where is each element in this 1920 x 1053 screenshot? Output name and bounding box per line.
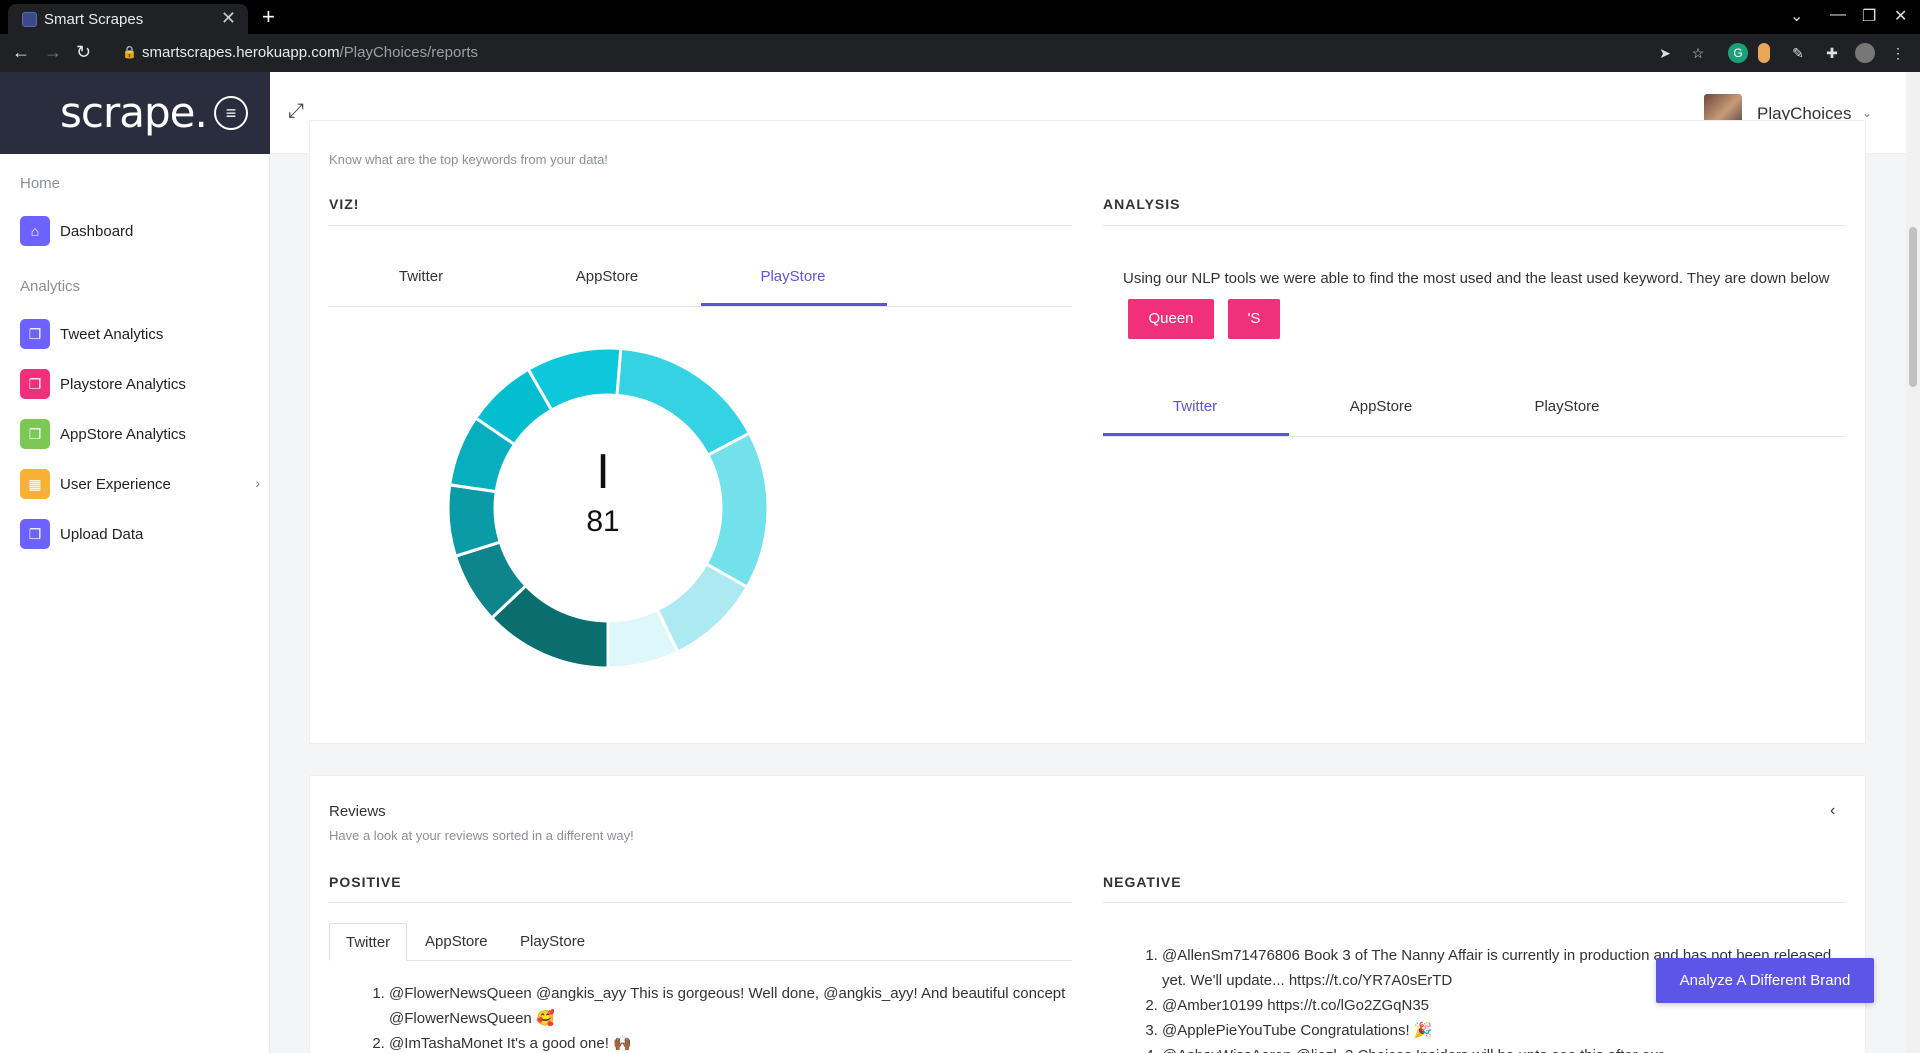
positive-tab-playstore[interactable]: PlayStore bbox=[504, 923, 601, 961]
reload-icon[interactable]: ↻ bbox=[76, 42, 91, 63]
address-bar[interactable]: 🔒 smartscrapes.herokuapp.com/PlayChoices… bbox=[110, 38, 1695, 68]
collapse-chevron-icon[interactable]: ‹ bbox=[1830, 802, 1835, 820]
new-tab-icon[interactable]: + bbox=[262, 4, 275, 30]
reviews-title: Reviews bbox=[329, 803, 386, 820]
browser-menu-icon[interactable]: ⋮ bbox=[1888, 43, 1908, 63]
sidebar-item-dashboard[interactable]: ⌂ Dashboard bbox=[20, 216, 260, 246]
positive-review-list: @FlowerNewsQueen @angkis_ayy This is gor… bbox=[389, 981, 1069, 1053]
chevron-down-icon[interactable]: ⌄ bbox=[1862, 106, 1872, 120]
chevron-right-icon: › bbox=[255, 475, 260, 491]
grid-icon: ▦ bbox=[20, 469, 50, 499]
negative-review-item: @ApplePieYouTube Congratulations! 🎉 bbox=[1162, 1018, 1842, 1043]
analysis-tab-twitter[interactable]: Twitter bbox=[1119, 398, 1271, 415]
analysis-tab-indicator bbox=[1103, 433, 1289, 436]
forward-icon[interactable]: → bbox=[44, 42, 62, 63]
chat-icon: ❐ bbox=[20, 419, 50, 449]
most-used-keyword-button[interactable]: Queen bbox=[1128, 299, 1214, 339]
puzzle-icon[interactable]: ✚ bbox=[1822, 43, 1842, 63]
positive-tab-twitter[interactable]: Twitter bbox=[329, 923, 408, 961]
lock-icon: 🔒 bbox=[122, 45, 137, 59]
positive-review-item: @ImTashaMonet It's a good one! 🙌🏾 bbox=[389, 1031, 1069, 1053]
least-used-keyword-button[interactable]: 'S bbox=[1228, 299, 1280, 339]
reviews-subtitle: Have a look at your reviews sorted in a … bbox=[329, 828, 634, 843]
viz-title: VIZ! bbox=[329, 196, 360, 212]
url-path: /PlayChoices/reports bbox=[339, 44, 478, 61]
positive-title: POSITIVE bbox=[329, 874, 402, 890]
minimize-icon[interactable]: — bbox=[1830, 6, 1846, 24]
browser-toolbar: ← → ↻ 🔒 smartscrapes.herokuapp.com/PlayC… bbox=[0, 34, 1920, 72]
viz-tab-indicator bbox=[701, 303, 887, 306]
sidebar-item-tweet-analytics[interactable]: ❐ Tweet Analytics bbox=[20, 319, 260, 349]
analysis-title: ANALYSIS bbox=[1103, 196, 1181, 212]
favicon-icon bbox=[22, 12, 37, 27]
menu-toggle-icon[interactable]: ≡ bbox=[214, 96, 248, 130]
close-tab-icon[interactable]: ✕ bbox=[221, 8, 236, 29]
chat-icon: ❐ bbox=[20, 519, 50, 549]
donut-center-value: 81 bbox=[586, 505, 620, 538]
browser-tab-title: Smart Scrapes bbox=[44, 11, 144, 28]
page-scrollbar[interactable] bbox=[1906, 72, 1920, 1053]
browser-tab[interactable]: Smart Scrapes ✕ bbox=[8, 4, 248, 34]
sidebar-section-home: Home bbox=[20, 175, 61, 192]
sidebar-item-label: Dashboard bbox=[60, 223, 134, 240]
home-icon: ⌂ bbox=[20, 216, 50, 246]
sidebar: Home ⌂ Dashboard Analytics ❐ Tweet Analy… bbox=[0, 154, 270, 1053]
positive-review-item: @FlowerNewsQueen @angkis_ayy This is gor… bbox=[389, 981, 1069, 1031]
donut-slice[interactable] bbox=[615, 346, 752, 458]
pen-extension-icon[interactable]: ✎ bbox=[1788, 43, 1808, 63]
sidebar-item-label: AppStore Analytics bbox=[60, 426, 186, 443]
chat-icon: ❐ bbox=[20, 319, 50, 349]
sidebar-item-playstore-analytics[interactable]: ❐ Playstore Analytics bbox=[20, 369, 260, 399]
negative-review-item: @AshayWissAeron @liezl_2 Choices Insider… bbox=[1162, 1043, 1842, 1053]
logo: scrape. bbox=[60, 88, 208, 137]
sidebar-item-label: Playstore Analytics bbox=[60, 376, 186, 393]
analysis-tab-appstore[interactable]: AppStore bbox=[1305, 398, 1457, 415]
sidebar-item-user-experience[interactable]: ▦ User Experience › bbox=[20, 469, 260, 499]
url-host: smartscrapes.herokuapp.com bbox=[142, 44, 340, 61]
sidebar-item-label: Upload Data bbox=[60, 526, 144, 543]
restore-icon[interactable]: ❐ bbox=[1862, 6, 1876, 26]
viz-tab-twitter[interactable]: Twitter bbox=[345, 268, 497, 285]
close-window-icon[interactable]: ✕ bbox=[1894, 6, 1907, 26]
browser-tab-bar: Smart Scrapes ✕ + ⌄ — ❐ ✕ bbox=[0, 0, 1920, 34]
scrollbar-thumb[interactable] bbox=[1909, 227, 1917, 387]
profile-icon[interactable] bbox=[1855, 43, 1875, 63]
back-icon[interactable]: ← bbox=[12, 42, 30, 63]
tab-search-icon[interactable]: ⌄ bbox=[1790, 6, 1803, 26]
fullscreen-icon[interactable]: ⤢ bbox=[288, 100, 304, 123]
analysis-text: Using our NLP tools we were able to find… bbox=[1123, 270, 1830, 287]
donut-center-word: I bbox=[596, 445, 610, 499]
grammarly-icon[interactable]: G bbox=[1728, 43, 1748, 63]
sidebar-item-label: User Experience bbox=[60, 476, 171, 493]
keywords-subtitle: Know what are the top keywords from your… bbox=[329, 152, 608, 167]
analyze-different-brand-button[interactable]: Analyze A Different Brand bbox=[1656, 958, 1874, 1003]
positive-tab-appstore[interactable]: AppStore bbox=[409, 923, 504, 961]
brand-bar: scrape. ≡ bbox=[0, 72, 270, 154]
sidebar-item-appstore-analytics[interactable]: ❐ AppStore Analytics bbox=[20, 419, 260, 449]
viz-tab-playstore[interactable]: PlayStore bbox=[717, 268, 869, 285]
viz-tab-appstore[interactable]: AppStore bbox=[531, 268, 683, 285]
sidebar-item-upload-data[interactable]: ❐ Upload Data bbox=[20, 519, 260, 549]
chat-icon: ❐ bbox=[20, 369, 50, 399]
analysis-tab-playstore[interactable]: PlayStore bbox=[1491, 398, 1643, 415]
donut-slice[interactable] bbox=[446, 483, 503, 559]
donut-slice[interactable] bbox=[704, 431, 770, 590]
negative-title: NEGATIVE bbox=[1103, 874, 1182, 890]
send-icon[interactable]: ➤ bbox=[1655, 43, 1675, 63]
bookmark-star-icon[interactable]: ☆ bbox=[1688, 43, 1708, 63]
extension-icon[interactable] bbox=[1758, 43, 1770, 63]
sidebar-section-analytics: Analytics bbox=[20, 278, 81, 295]
sidebar-item-label: Tweet Analytics bbox=[60, 326, 164, 343]
